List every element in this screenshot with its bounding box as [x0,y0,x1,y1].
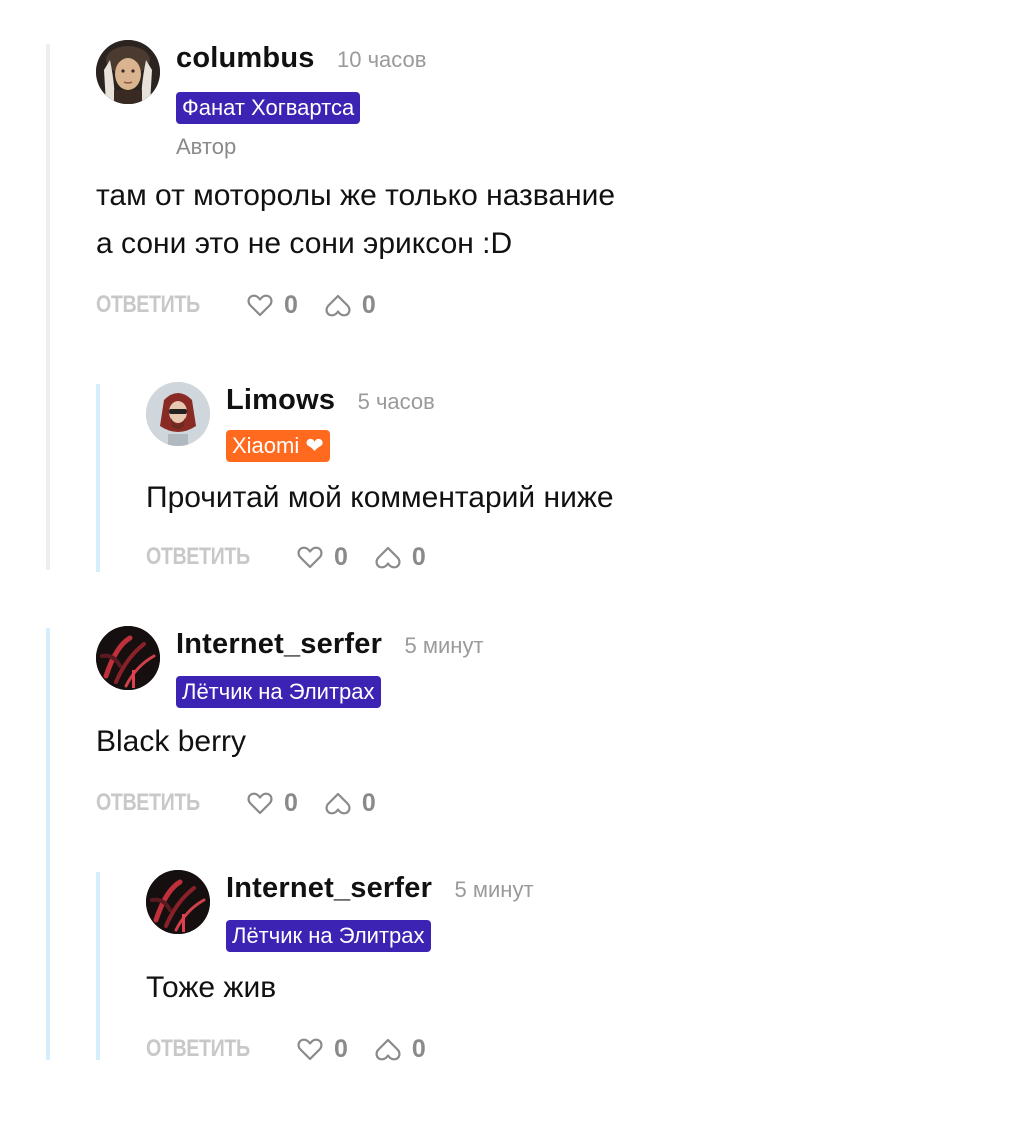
dislike-count: 0 [361,788,376,817]
broken-heart-icon [375,1038,401,1061]
reply-button[interactable]: ОТВЕТИТЬ [146,543,250,571]
like-count: 0 [334,542,348,571]
comment-time: 5 минут [404,633,484,658]
comment-text: Прочитай мой комментарий ниже [146,474,614,522]
like-count: 0 [284,788,298,817]
like-button[interactable]: 0 [296,1035,348,1064]
comment-text: Тоже жив [146,964,276,1012]
like-count: 0 [334,1034,348,1063]
comment-text-line: Прочитай мой комментарий ниже [146,481,614,514]
user-badge: Xiaomi ❤ [226,430,330,462]
dislike-button[interactable]: 0 [324,291,376,320]
comment-time: 5 минут [454,877,534,902]
avatar-image [146,870,210,934]
heart-icon [297,1038,323,1061]
comment-actions: ОТВЕТИТЬ 0 0 [146,540,426,574]
broken-heart-icon [325,792,351,815]
dislike-button[interactable]: 0 [324,789,376,818]
comment-time: 10 часов [337,47,427,72]
dislike-count: 0 [411,542,426,571]
comment: Internet_serfer 5 минут Лётчик на Элитра… [146,870,996,1070]
comment-text: там от моторолы же только название а сон… [96,172,615,268]
broken-heart-icon [375,546,401,569]
comment-text-line: Black berry [96,725,247,758]
avatar[interactable] [146,382,210,446]
author-name[interactable]: Limows [226,384,335,416]
dislike-count: 0 [411,1034,426,1063]
author-name[interactable]: Internet_serfer [226,872,432,904]
comment-text-line: там от моторолы же только название [96,179,616,212]
author-role: Автор [176,134,237,159]
thread-line [46,44,50,570]
avatar[interactable] [146,870,210,934]
comment-text-line: Тоже жив [146,971,277,1004]
user-badge: Лётчик на Элитрах [176,676,381,708]
author-name[interactable]: columbus [176,42,315,74]
thread-line [96,872,100,1060]
reply-button[interactable]: ОТВЕТИТЬ [96,789,200,817]
comment: Limows 5 часов Xiaomi ❤ Прочитай мой ком… [146,382,996,582]
dislike-button[interactable]: 0 [374,1035,426,1064]
comment: Internet_serfer 5 минут Лётчик на Элитра… [96,626,996,826]
dislike-count: 0 [361,290,376,319]
heart-icon [247,294,273,317]
like-button[interactable]: 0 [246,789,298,818]
author-name[interactable]: Internet_serfer [176,628,382,660]
avatar[interactable] [96,626,160,690]
avatar-image [146,382,210,446]
user-badge: Фанат Хогвартса [176,92,361,124]
reply-button[interactable]: ОТВЕТИТЬ [96,291,200,319]
comment-text-line: а сони это не сони эриксон :D [96,227,513,260]
heart-icon [297,546,323,569]
like-button[interactable]: 0 [296,543,348,572]
avatar[interactable] [96,40,160,104]
comment-actions: ОТВЕТИТЬ 0 0 [96,288,376,322]
avatar-image [96,626,160,690]
broken-heart-icon [325,294,351,317]
comment-actions: ОТВЕТИТЬ 0 0 [146,1032,426,1066]
comment-actions: ОТВЕТИТЬ 0 0 [96,786,376,820]
heart-icon [247,792,273,815]
comment-text: Black berry [96,718,246,766]
like-count: 0 [284,290,298,319]
comment: columbus 10 часов Фанат Хогвартса Автор … [96,40,996,330]
dislike-button[interactable]: 0 [374,543,426,572]
reply-button[interactable]: ОТВЕТИТЬ [146,1035,250,1063]
comment-time: 5 часов [357,389,435,414]
user-badge: Лётчик на Элитрах [226,920,431,952]
thread-line [46,628,50,1060]
thread-line [96,384,100,572]
avatar-image [96,40,160,104]
like-button[interactable]: 0 [246,291,298,320]
